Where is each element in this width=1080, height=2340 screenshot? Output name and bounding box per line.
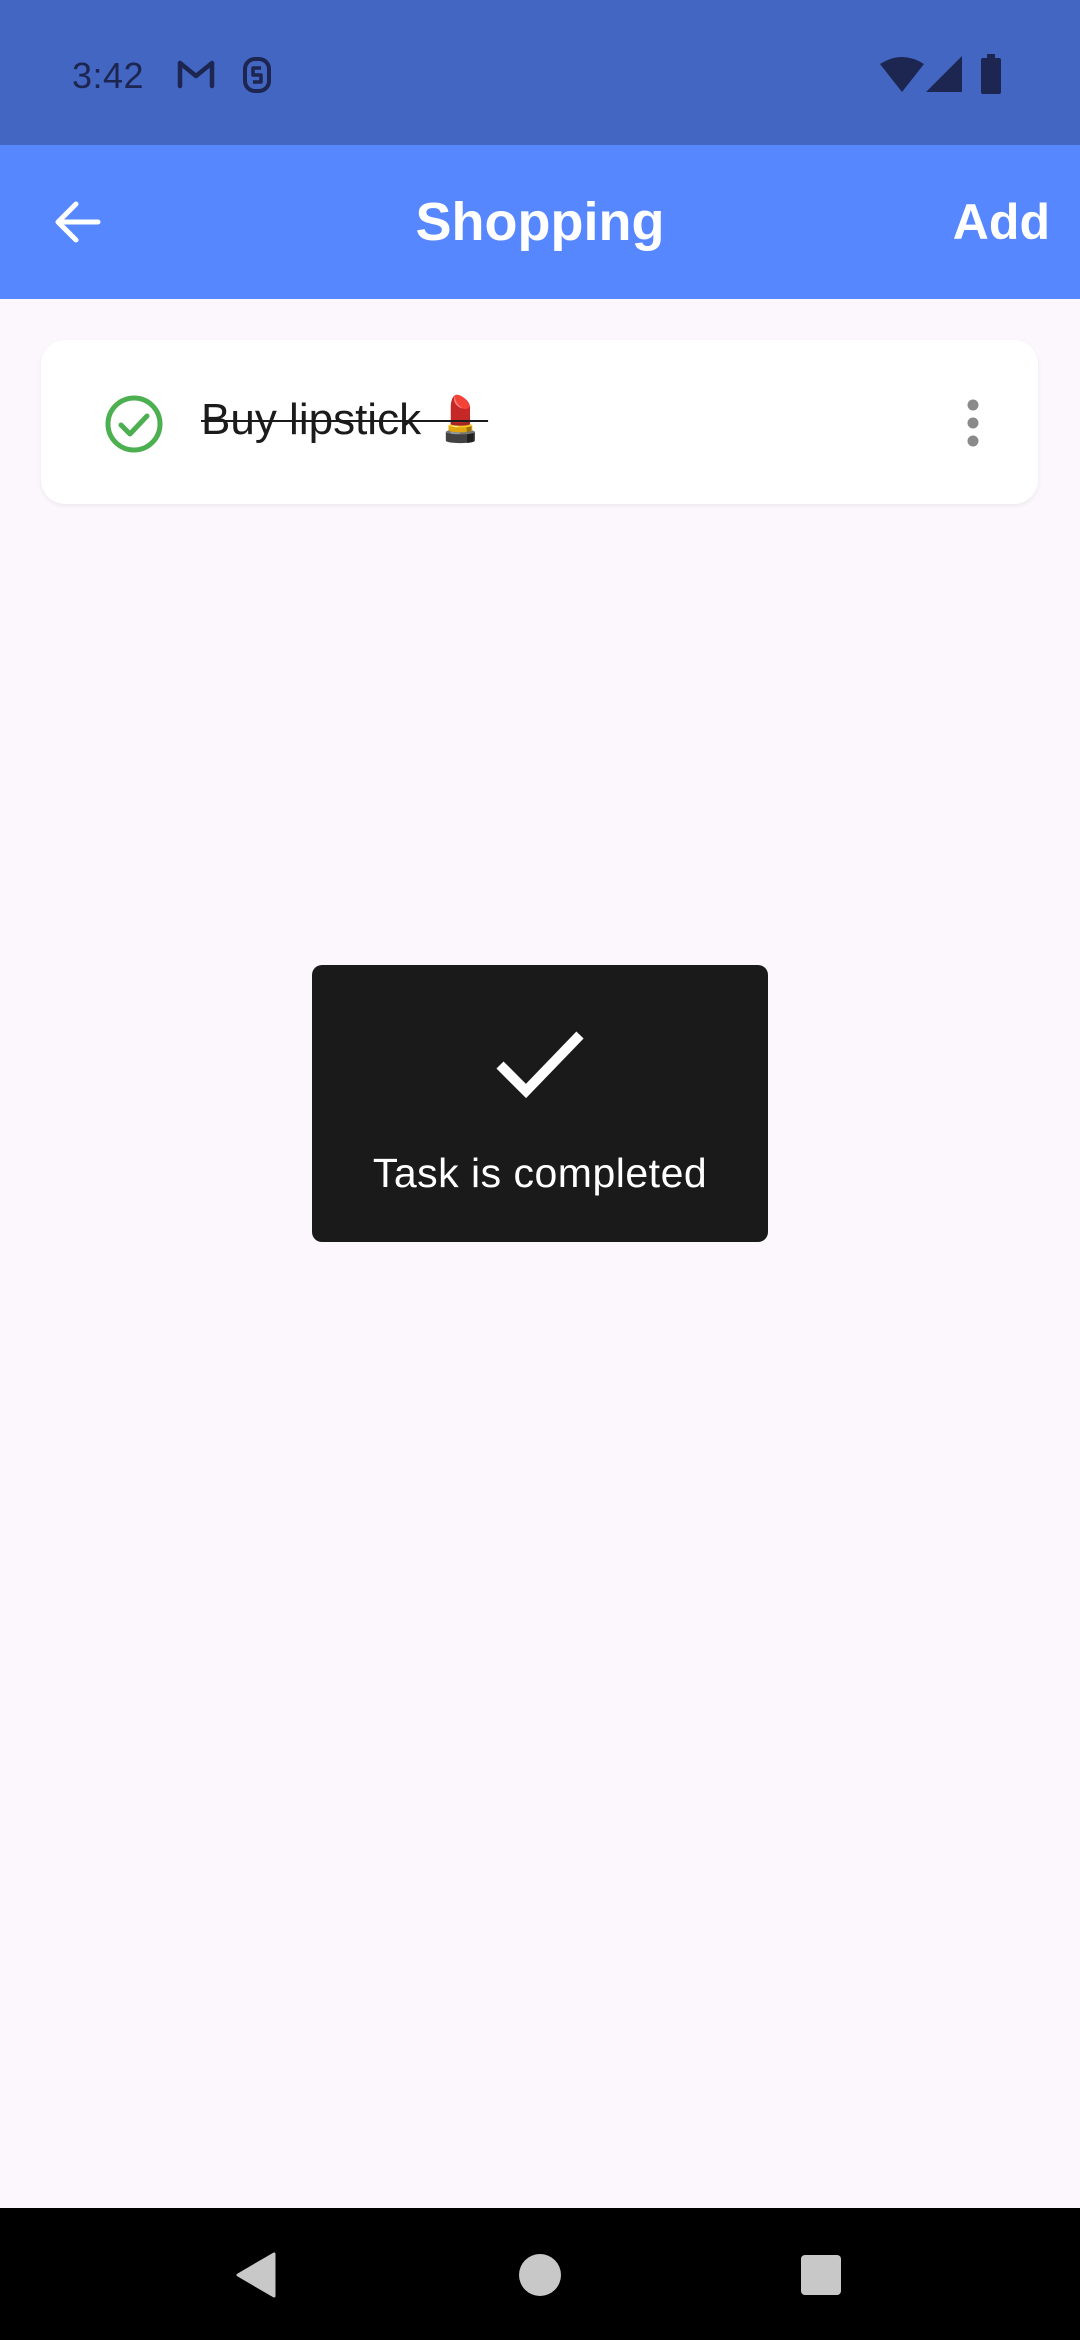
task-menu-button[interactable] <box>948 388 998 458</box>
task-card[interactable] <box>41 340 1038 504</box>
add-button[interactable]: Add <box>953 187 1050 257</box>
toast-message: Task is completed <box>372 1150 708 1196</box>
cellular-signal-icon <box>926 56 962 92</box>
recents-square-icon[interactable] <box>800 2254 842 2296</box>
wifi-icon <box>880 57 924 92</box>
status-bar: 3:42 <box>0 0 1080 145</box>
notification-s-icon <box>243 57 271 93</box>
home-circle-icon[interactable] <box>518 2253 562 2297</box>
check-circle-icon <box>105 395 163 453</box>
more-vertical-icon <box>967 399 979 447</box>
status-time: 3:42 <box>72 55 145 96</box>
page-title: Shopping <box>415 192 665 252</box>
battery-icon <box>981 54 1001 94</box>
app-bar: Shopping Add <box>0 145 1080 299</box>
task-title: Buy lipstick 💄 <box>201 395 489 444</box>
checkmark-icon <box>496 1031 584 1099</box>
task-status-toggle[interactable] <box>104 394 164 454</box>
back-triangle-icon[interactable] <box>234 2252 276 2298</box>
gmail-icon <box>177 60 215 89</box>
navigation-bar <box>0 2208 1080 2340</box>
toast: Task is completed <box>312 965 768 1242</box>
